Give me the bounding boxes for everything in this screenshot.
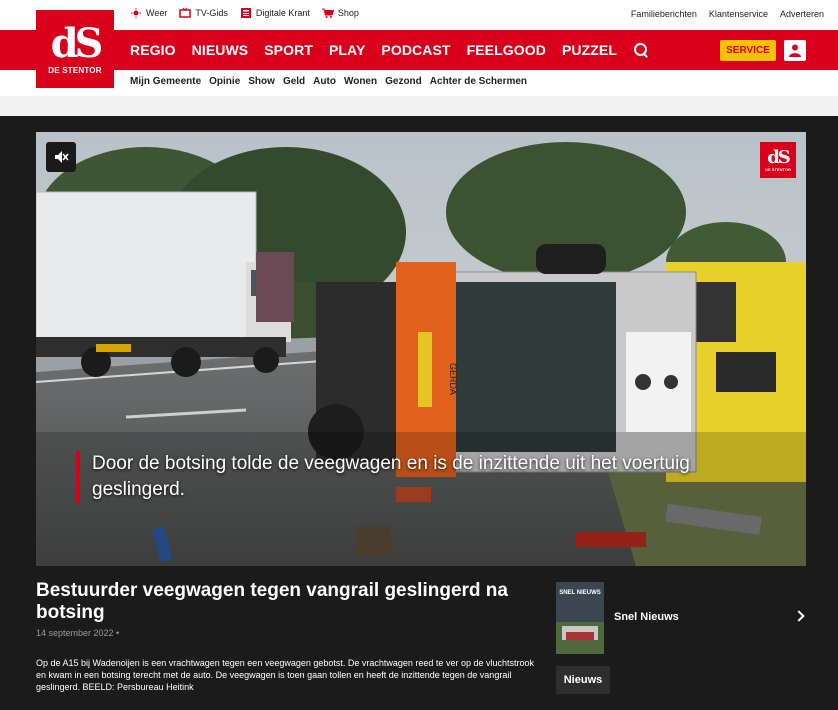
subnav-item-wonen[interactable]: Wonen [344, 76, 377, 87]
account-button[interactable] [784, 40, 806, 61]
service-button[interactable]: SERVICE [720, 40, 776, 61]
utility-link-digitale-krant[interactable]: Digitale Krant [240, 8, 310, 18]
weather-icon [131, 8, 141, 18]
link-adverteren[interactable]: Adverteren [780, 9, 824, 19]
main-navigation-bar: REGIO NIEUWS SPORT PLAY PODCAST FEELGOOD… [0, 30, 838, 70]
subnav-item-show[interactable]: Show [248, 76, 275, 87]
article-date: 14 september 2022 • [36, 628, 120, 638]
video-caption: Door de botsing tolde de veegwagen en is… [76, 451, 716, 503]
thumbnail-label: SNEL NIEUWS [559, 590, 601, 596]
link-familieberichten[interactable]: Familieberichten [631, 9, 697, 19]
vehicle-label: GERDA [448, 363, 458, 395]
utility-link-tv-gids[interactable]: TV-Gids [179, 8, 228, 18]
site-logo[interactable]: dS DE STENTOR [36, 10, 114, 88]
subnav-item-auto[interactable]: Auto [313, 76, 336, 87]
muted-speaker-icon [55, 151, 69, 163]
utility-links-right: Familieberichten Klantenservice Adverter… [631, 9, 824, 19]
sub-nav-items: Mijn Gemeente Opinie Show Geld Auto Wone… [130, 76, 527, 87]
nav-item-regio[interactable]: REGIO [130, 42, 176, 58]
mute-button[interactable] [46, 142, 76, 172]
utility-link-weer[interactable]: Weer [130, 8, 167, 18]
nav-item-nieuws[interactable]: NIEUWS [192, 42, 249, 58]
subnav-item-mijn-gemeente[interactable]: Mijn Gemeente [130, 76, 201, 87]
cart-icon [321, 8, 334, 18]
utility-link-shop[interactable]: Shop [321, 8, 359, 18]
watermark-subtext: DE STENTOR [765, 166, 791, 172]
top-utility-bar: Weer TV-Gids Digitale Krant Shop Familie… [0, 0, 838, 30]
playlist-title[interactable]: Snel Nieuws [614, 611, 679, 623]
main-nav: REGIO NIEUWS SPORT PLAY PODCAST FEELGOOD… [130, 30, 649, 70]
subnav-item-geld[interactable]: Geld [283, 76, 305, 87]
sub-navigation: Mijn Gemeente Opinie Show Geld Auto Wone… [0, 70, 838, 96]
header-spacer [0, 96, 838, 116]
nav-item-podcast[interactable]: PODCAST [381, 42, 450, 58]
link-klantenservice[interactable]: Klantenservice [709, 9, 768, 19]
subnav-item-gezond[interactable]: Gezond [385, 76, 422, 87]
article-description: Op de A15 bij Wadenoijen is een vrachtwa… [36, 658, 534, 692]
video-watermark-logo: dS DE STENTOR [760, 142, 796, 178]
newspaper-icon [240, 8, 251, 18]
subnav-item-opinie[interactable]: Opinie [209, 76, 240, 87]
nav-item-puzzel[interactable]: PUZZEL [562, 42, 617, 58]
category-tag[interactable]: Nieuws [556, 666, 610, 694]
video-caption-text: Door de botsing tolde de veegwagen en is… [92, 453, 690, 500]
nav-item-play[interactable]: PLAY [329, 42, 365, 58]
utility-link-label: TV-Gids [195, 8, 228, 18]
utility-link-label: Digitale Krant [255, 8, 310, 18]
article-title[interactable]: Bestuurder veegwagen tegen vangrail gesl… [36, 580, 546, 624]
nav-item-feelgood[interactable]: FEELGOOD [467, 42, 546, 58]
utility-link-label: Shop [337, 8, 359, 18]
watermark-mark: dS [767, 146, 791, 168]
tv-icon [179, 8, 192, 18]
search-icon[interactable] [633, 42, 649, 58]
utility-links-left: Weer TV-Gids Digitale Krant Shop [130, 8, 359, 18]
playlist-thumbnail[interactable]: SNEL NIEUWS [556, 582, 604, 654]
user-icon [789, 44, 801, 57]
logo-mark: dS [50, 19, 104, 67]
utility-link-label: Weer [146, 8, 168, 18]
logo-subtext: DE STENTOR [48, 65, 102, 75]
nav-item-sport[interactable]: SPORT [264, 42, 313, 58]
subnav-item-achter-de-schermen[interactable]: Achter de Schermen [430, 76, 527, 87]
